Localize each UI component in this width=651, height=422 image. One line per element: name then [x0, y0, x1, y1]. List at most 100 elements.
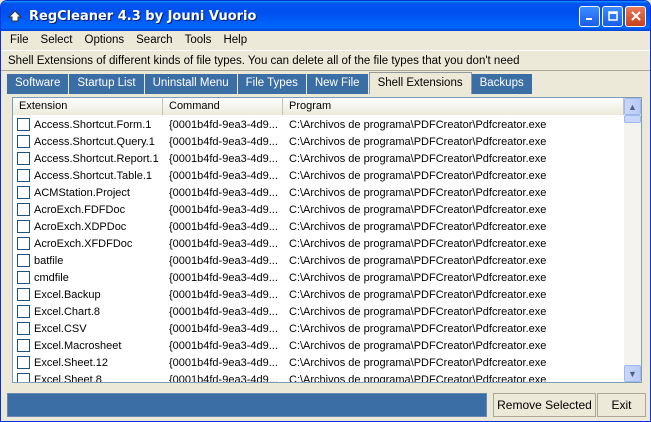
menu-bar: File Select Options Search Tools Help	[1, 31, 650, 49]
cell-command: {0001b4fd-9ea3-4d9...	[169, 118, 278, 131]
cell-extension: Excel.Macrosheet	[13, 339, 163, 352]
table-row[interactable]: Excel.Sheet.8 {0001b4fd-9ea3-4d9... C:\Arc…	[13, 371, 624, 383]
title-bar[interactable]: RegCleaner 4.3 by Jouni Vuorio	[1, 1, 650, 31]
cell-program: C:\Archivos de programa\PDFCreator\Pdfcr…	[289, 271, 547, 284]
tab-shell-extensions[interactable]: Shell Extensions	[368, 72, 472, 94]
row-checkbox[interactable]	[17, 220, 30, 233]
extension-label: Excel.Macrosheet	[34, 339, 122, 352]
minimize-button[interactable]	[579, 6, 600, 27]
table-row[interactable]: AcroExch.FDFDoc {0001b4fd-9ea3-4d9... C:\A…	[13, 201, 624, 218]
cell-command: {0001b4fd-9ea3-4d9...	[169, 203, 278, 216]
cell-program: C:\Archivos de programa\PDFCreator\Pdfcr…	[289, 169, 547, 182]
cell-extension: batfile	[13, 254, 163, 267]
cell-extension: Access.Shortcut.Query.1	[13, 135, 163, 148]
row-checkbox[interactable]	[17, 254, 30, 267]
table-row[interactable]: AcroExch.XDPDoc {0001b4fd-9ea3-4d9... C:\A…	[13, 218, 624, 235]
column-header-extension[interactable]: Extension	[13, 98, 163, 115]
close-button[interactable]	[625, 6, 646, 27]
scroll-up-button[interactable]: ▲	[624, 98, 641, 115]
minimize-icon	[585, 10, 595, 24]
tab-software[interactable]: Software	[7, 74, 70, 94]
row-checkbox[interactable]	[17, 356, 30, 369]
vertical-scrollbar[interactable]: ▲ ▼	[624, 98, 641, 382]
menu-tools[interactable]: Tools	[179, 34, 218, 46]
row-checkbox[interactable]	[17, 305, 30, 318]
row-checkbox[interactable]	[17, 322, 30, 335]
tab-new-file[interactable]: New File	[306, 74, 369, 94]
cell-program: C:\Archivos de programa\PDFCreator\Pdfcr…	[289, 322, 547, 335]
extension-label: Excel.Sheet.12	[34, 356, 108, 369]
cell-command: {0001b4fd-9ea3-4d9...	[169, 373, 278, 383]
cell-command: {0001b4fd-9ea3-4d9...	[169, 220, 278, 233]
close-icon	[630, 10, 641, 24]
table-row[interactable]: Access.Shortcut.Form.1 {0001b4fd-9ea3-4d9…	[13, 116, 624, 133]
menu-search[interactable]: Search	[130, 34, 178, 46]
table-row[interactable]: cmdfile {0001b4fd-9ea3-4d9... C:\Archivos …	[13, 269, 624, 286]
scroll-thumb[interactable]	[624, 115, 641, 123]
row-checkbox[interactable]	[17, 135, 30, 148]
menu-select[interactable]: Select	[35, 34, 79, 46]
tab-file-types[interactable]: File Types	[237, 74, 307, 94]
cell-program: C:\Archivos de programa\PDFCreator\Pdfcr…	[289, 152, 547, 165]
table-row[interactable]: Excel.Sheet.12 {0001b4fd-9ea3-4d9... C:\Ar…	[13, 354, 624, 371]
row-checkbox[interactable]	[17, 271, 30, 284]
row-checkbox[interactable]	[17, 373, 30, 382]
table-row[interactable]: Access.Shortcut.Query.1 {0001b4fd-9ea3-4d…	[13, 133, 624, 150]
row-checkbox[interactable]	[17, 169, 30, 182]
extension-label: AcroExch.XFDFDoc	[34, 237, 133, 250]
row-checkbox[interactable]	[17, 237, 30, 250]
row-checkbox[interactable]	[17, 339, 30, 352]
column-header-program[interactable]: Program	[283, 98, 624, 115]
extension-label: AcroExch.FDFDoc	[34, 203, 126, 216]
shell-extensions-list[interactable]: Extension Command Program Access.Shortcu…	[12, 97, 642, 383]
remove-selected-button[interactable]: Remove Selected	[493, 393, 596, 417]
cell-extension: Access.Shortcut.Table.1	[13, 169, 163, 182]
row-checkbox[interactable]	[17, 288, 30, 301]
cell-command: {0001b4fd-9ea3-4d9...	[169, 356, 278, 369]
menu-help[interactable]: Help	[217, 34, 253, 46]
cell-command: {0001b4fd-9ea3-4d9...	[169, 322, 278, 335]
row-checkbox[interactable]	[17, 118, 30, 131]
cell-program: C:\Archivos de programa\PDFCreator\Pdfcr…	[289, 254, 547, 267]
table-row[interactable]: AcroExch.XFDFDoc {0001b4fd-9ea3-4d9... C:\…	[13, 235, 624, 252]
table-row[interactable]: Excel.CSV {0001b4fd-9ea3-4d9... C:\Archivo…	[13, 320, 624, 337]
cell-extension: Excel.Chart.8	[13, 305, 163, 318]
cell-program: C:\Archivos de programa\PDFCreator\Pdfcr…	[289, 339, 547, 352]
tab-uninstall-menu[interactable]: Uninstall Menu	[144, 74, 238, 94]
extension-label: ACMStation.Project	[34, 186, 130, 199]
row-checkbox[interactable]	[17, 186, 30, 199]
table-row[interactable]: Access.Shortcut.Report.1 {0001b4fd-9ea3-4…	[13, 150, 624, 167]
table-row[interactable]: Excel.Chart.8 {0001b4fd-9ea3-4d9... C:\Arc…	[13, 303, 624, 320]
scroll-down-button[interactable]: ▼	[624, 365, 641, 382]
regcleaner-app-icon[interactable]	[7, 8, 23, 24]
table-row[interactable]: ACMStation.Project {0001b4fd-9ea3-4d9... C…	[13, 184, 624, 201]
cell-command: {0001b4fd-9ea3-4d9...	[169, 288, 278, 301]
table-row[interactable]: Excel.Macrosheet {0001b4fd-9ea3-4d9... C:\…	[13, 337, 624, 354]
cell-extension: Excel.Sheet.8	[13, 373, 163, 383]
cell-extension: Excel.CSV	[13, 322, 163, 335]
menu-options[interactable]: Options	[79, 34, 131, 46]
table-row[interactable]: Access.Shortcut.Table.1 {0001b4fd-9ea3-4d…	[13, 167, 624, 184]
table-row[interactable]: batfile {0001b4fd-9ea3-4d9... C:\Archivos …	[13, 252, 624, 269]
extension-label: Excel.Sheet.8	[34, 373, 102, 383]
cell-program: C:\Archivos de programa\PDFCreator\Pdfcr…	[289, 220, 547, 233]
tab-backups[interactable]: Backups	[471, 74, 533, 94]
table-row[interactable]: Excel.Backup {0001b4fd-9ea3-4d9... C:\Arch…	[13, 286, 624, 303]
chevron-down-icon: ▼	[628, 368, 637, 379]
cell-command: {0001b4fd-9ea3-4d9...	[169, 152, 278, 165]
exit-button[interactable]: Exit	[597, 393, 646, 417]
cell-extension: Excel.Backup	[13, 288, 163, 301]
maximize-button[interactable]	[602, 6, 623, 27]
row-checkbox[interactable]	[17, 203, 30, 216]
row-checkbox[interactable]	[17, 152, 30, 165]
column-header-command[interactable]: Command	[163, 98, 283, 115]
cell-extension: Excel.Sheet.12	[13, 356, 163, 369]
cell-program: C:\Archivos de programa\PDFCreator\Pdfcr…	[289, 237, 547, 250]
cell-extension: ACMStation.Project	[13, 186, 163, 199]
cell-program: C:\Archivos de programa\PDFCreator\Pdfcr…	[289, 373, 547, 383]
maximize-icon	[607, 10, 618, 24]
cell-command: {0001b4fd-9ea3-4d9...	[169, 339, 278, 352]
cell-program: C:\Archivos de programa\PDFCreator\Pdfcr…	[289, 118, 547, 131]
tab-startup-list[interactable]: Startup List	[69, 74, 145, 94]
menu-file[interactable]: File	[4, 34, 35, 46]
